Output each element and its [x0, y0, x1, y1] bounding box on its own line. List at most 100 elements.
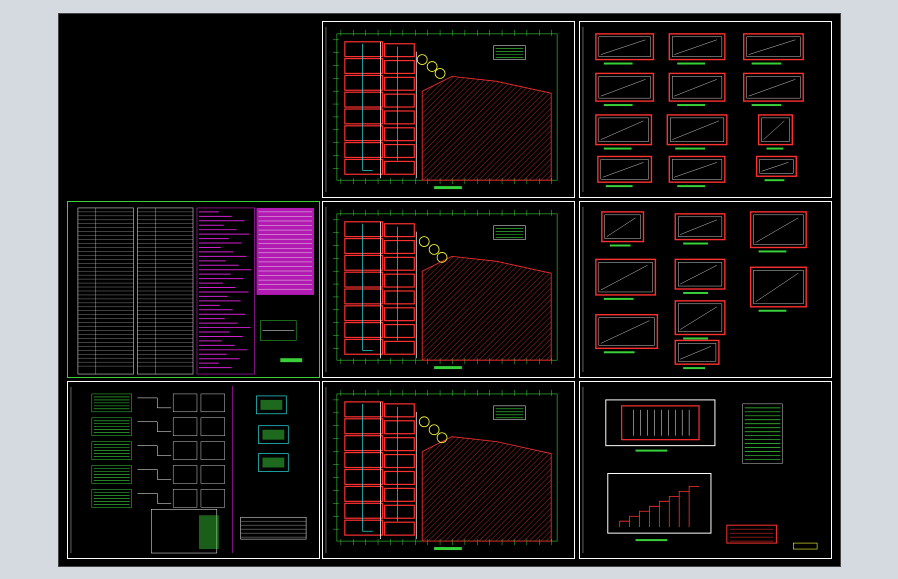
detail-caption-bar	[758, 250, 787, 253]
detail-room-wall	[595, 258, 657, 296]
wiring-line	[137, 397, 172, 409]
section-caption-bar	[635, 539, 668, 542]
room-wall	[383, 340, 415, 355]
room-wall	[383, 307, 415, 322]
detail-room-wall	[674, 258, 726, 290]
floor-plan-1-drawing	[325, 26, 558, 193]
room-wall	[383, 239, 415, 255]
section-step	[649, 505, 660, 528]
detail-caption-bar	[603, 104, 633, 107]
room-wall	[383, 324, 415, 339]
room-wall	[344, 519, 384, 536]
legend-notes-sheet[interactable]	[67, 201, 320, 378]
room-wall	[383, 420, 415, 435]
bottom-fill	[198, 515, 219, 550]
room-wall	[344, 237, 384, 255]
panel-table	[200, 465, 225, 484]
room-wall	[344, 108, 384, 125]
detail-caption-bar	[675, 147, 706, 150]
panel-table	[200, 441, 225, 460]
fixture-symbol	[426, 61, 438, 72]
room-wall	[383, 43, 415, 58]
plan-title-bar	[434, 547, 462, 551]
panel-table	[172, 489, 198, 508]
floor-plan-sheet-1[interactable]	[322, 21, 575, 198]
detail-leader	[680, 346, 712, 360]
detail-inner	[753, 270, 804, 305]
detail-caption-bar	[605, 185, 633, 188]
detail-leader	[602, 162, 644, 178]
detail-leader	[674, 162, 717, 178]
section-step	[639, 510, 650, 528]
room-wall	[344, 322, 384, 339]
room-wall	[383, 59, 415, 75]
detail-caption-bar	[683, 337, 708, 340]
detail-leader	[600, 79, 646, 97]
fixture-symbol	[434, 68, 446, 79]
floor-plan-2-drawing	[325, 206, 558, 373]
floor-plan-sheet-3[interactable]	[322, 381, 575, 559]
panel-table	[172, 441, 198, 460]
room-wall	[344, 221, 384, 238]
room-details-sheet-2[interactable]	[579, 201, 832, 378]
fixture-symbol	[436, 252, 448, 263]
panel-table	[200, 417, 225, 436]
room-wall	[383, 403, 415, 418]
room-wall	[344, 74, 384, 91]
section-step	[678, 490, 690, 528]
room-wall	[344, 305, 384, 322]
detail-caption-bar	[758, 309, 787, 312]
detail-caption-bar	[603, 297, 634, 300]
equipment-fill	[260, 399, 283, 410]
detail-caption-bar	[764, 179, 785, 182]
detail-inner	[761, 117, 790, 142]
room-wall	[344, 158, 384, 175]
detail-caption-bar	[603, 62, 633, 65]
detail-leader	[761, 162, 789, 172]
detail-caption-bar	[766, 147, 784, 150]
detail-caption-bar	[683, 291, 708, 294]
detail-room-wall	[674, 300, 726, 336]
room-wall	[383, 127, 415, 142]
hatched-area	[421, 436, 552, 542]
cad-model-space[interactable]	[58, 13, 841, 567]
section-step	[688, 486, 700, 528]
detail-leader	[674, 79, 717, 97]
stamp-box	[726, 524, 777, 544]
detail-leader	[680, 306, 718, 330]
detail-caption-bar	[677, 104, 706, 107]
room-wall	[344, 418, 384, 435]
detail-caption-bar	[609, 244, 631, 247]
detail-room-wall	[757, 114, 794, 146]
plan-title-bar	[434, 186, 462, 190]
room-details-1-drawing	[582, 26, 804, 193]
section-step	[658, 500, 670, 528]
room-wall	[383, 504, 415, 519]
wiring-line	[137, 445, 172, 456]
legend-caption-bar	[280, 358, 303, 363]
system-diagrams-sheet[interactable]	[67, 381, 320, 559]
floor-plan-sheet-2[interactable]	[322, 201, 575, 378]
room-wall	[383, 521, 415, 536]
section-step	[668, 495, 680, 528]
room-wall	[383, 437, 415, 452]
detail-leader	[600, 320, 650, 344]
detail-inner	[604, 214, 641, 239]
room-wall	[344, 142, 384, 159]
section-step	[629, 515, 640, 528]
detail-caption-bar	[751, 104, 782, 107]
schedule-table	[742, 403, 783, 464]
fixture-symbol	[416, 54, 428, 65]
room-wall	[344, 288, 384, 305]
room-wall	[383, 487, 415, 502]
wiring-line	[137, 469, 172, 480]
fixture-symbol	[418, 416, 430, 428]
room-wall	[383, 256, 415, 271]
room-details-2-drawing	[582, 206, 807, 373]
section-details-sheet[interactable]	[579, 381, 832, 559]
detail-leader	[755, 273, 799, 303]
equipment-fill	[262, 457, 285, 468]
hatched-area	[421, 75, 552, 181]
detail-room-wall	[749, 211, 807, 249]
room-details-sheet-1[interactable]	[579, 21, 832, 198]
